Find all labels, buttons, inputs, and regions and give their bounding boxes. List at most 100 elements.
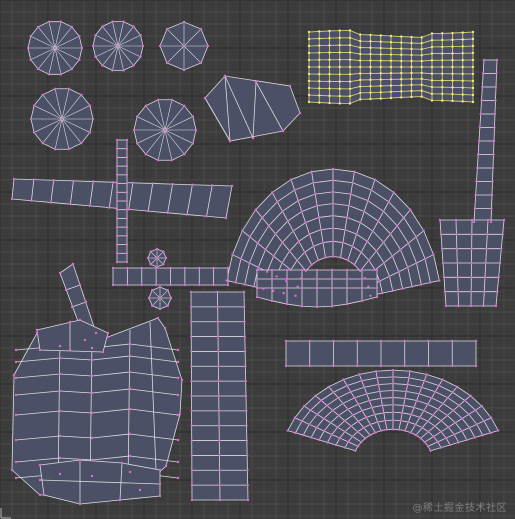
uv-vertex	[391, 428, 395, 431]
uv-vertex	[131, 181, 135, 185]
uv-vertex	[281, 210, 284, 213]
uv-vertex	[440, 419, 443, 422]
uv-vertex	[420, 36, 423, 39]
uv-vertex	[338, 29, 341, 32]
uv-vertex	[328, 65, 331, 69]
uv-vertex	[49, 201, 53, 204]
uv-vertex	[246, 498, 250, 502]
uv-vertex	[190, 483, 194, 487]
uv-vertex	[471, 37, 475, 41]
uv-vertex	[338, 436, 342, 440]
uv-vertex	[345, 302, 349, 306]
uv-vertex	[343, 228, 347, 231]
uv-vertex	[494, 304, 498, 308]
uv-vertex	[14, 393, 18, 397]
uv-vertex	[78, 502, 82, 506]
uv-vertex	[418, 392, 421, 396]
uv-vertex	[126, 283, 129, 287]
uv-vertex	[328, 73, 331, 76]
uv-vertex	[36, 67, 40, 71]
uv-vertex	[403, 397, 407, 400]
uv-vertex	[115, 199, 119, 203]
uv-vertex	[451, 391, 454, 394]
uv-vertex	[379, 91, 382, 94]
uv-vertex	[125, 234, 129, 238]
uv-vertex	[165, 27, 169, 31]
uv-vertex	[357, 403, 360, 406]
uv-vertex	[158, 307, 162, 311]
uv-vertex	[486, 218, 490, 222]
uv-vertex	[14, 438, 18, 442]
uv-vertex	[255, 268, 259, 272]
uv-vertex	[307, 100, 311, 104]
uv-vertex	[319, 399, 323, 402]
uv-vertex	[289, 178, 293, 181]
uv-vertex	[312, 181, 315, 184]
uv-vertex	[67, 148, 71, 151]
uv-vertex	[451, 99, 454, 103]
uv-vertex	[337, 414, 340, 417]
uv-vertex	[451, 72, 454, 75]
uv-vertex	[330, 305, 334, 308]
uv-vertex	[90, 436, 94, 440]
uv-vertex	[166, 304, 169, 307]
uv-vertex	[149, 250, 152, 253]
uv-vertex	[346, 408, 350, 411]
uv-vertex	[439, 446, 443, 449]
uv-vertex	[254, 80, 258, 84]
uv-vertex	[330, 286, 334, 290]
uv-vertex	[451, 79, 454, 82]
uv-canvas[interactable]	[0, 0, 515, 519]
uv-vertex	[489, 416, 493, 420]
uv-vertex	[90, 458, 94, 462]
uv-vertex	[336, 396, 340, 400]
uv-vertex	[438, 218, 442, 222]
uv-vertex	[408, 370, 412, 373]
uv-vertex	[307, 51, 311, 55]
uv-vertex	[272, 289, 275, 293]
uv-vertex	[245, 439, 249, 442]
uv-vertex	[476, 166, 479, 170]
uv-vertex	[452, 409, 455, 412]
uv-vertex	[29, 35, 32, 38]
uv-vertex	[338, 65, 341, 69]
uv-vertex	[300, 286, 304, 290]
uv-vertex	[369, 33, 372, 37]
uv-vertex	[310, 263, 313, 266]
uv-vertex	[441, 99, 444, 102]
uv-vertex	[485, 247, 488, 250]
uv-vertex	[128, 470, 132, 474]
uv-vertex	[125, 252, 129, 255]
uv-vertex	[407, 420, 410, 424]
uv-vertex	[307, 86, 311, 90]
uv-vertex	[389, 65, 393, 69]
uv-vertex	[400, 96, 403, 99]
uv-editor-viewport[interactable]: @稀土掘金技术社区	[0, 0, 515, 519]
uv-vertex	[318, 30, 321, 33]
uv-vertex	[244, 365, 247, 368]
uv-vertex	[369, 97, 372, 101]
uv-vertex	[60, 117, 64, 121]
uv-vertex	[492, 153, 495, 156]
uv-vertex	[410, 35, 413, 39]
uv-vertex	[218, 483, 222, 487]
uv-vertex	[457, 304, 460, 308]
uv-vertex	[362, 426, 365, 429]
uv-vertex	[420, 83, 423, 86]
uv-vertex	[353, 263, 356, 266]
uv-vertex	[348, 65, 352, 69]
uv-vertex	[354, 449, 357, 452]
uv-vertex	[58, 389, 62, 393]
uv-vertex	[69, 202, 72, 206]
uv-vertex	[353, 170, 356, 173]
uv-vertex	[420, 71, 423, 75]
uv-vertex	[364, 437, 367, 440]
uv-vertex	[360, 286, 364, 290]
uv-vertex	[441, 59, 444, 62]
uv-vertex	[471, 44, 475, 48]
uv-vertex	[12, 373, 16, 377]
uv-vertex	[189, 320, 193, 323]
uv-vertex	[155, 256, 159, 260]
uv-vertex	[281, 129, 285, 133]
uv-vertex	[348, 95, 352, 98]
